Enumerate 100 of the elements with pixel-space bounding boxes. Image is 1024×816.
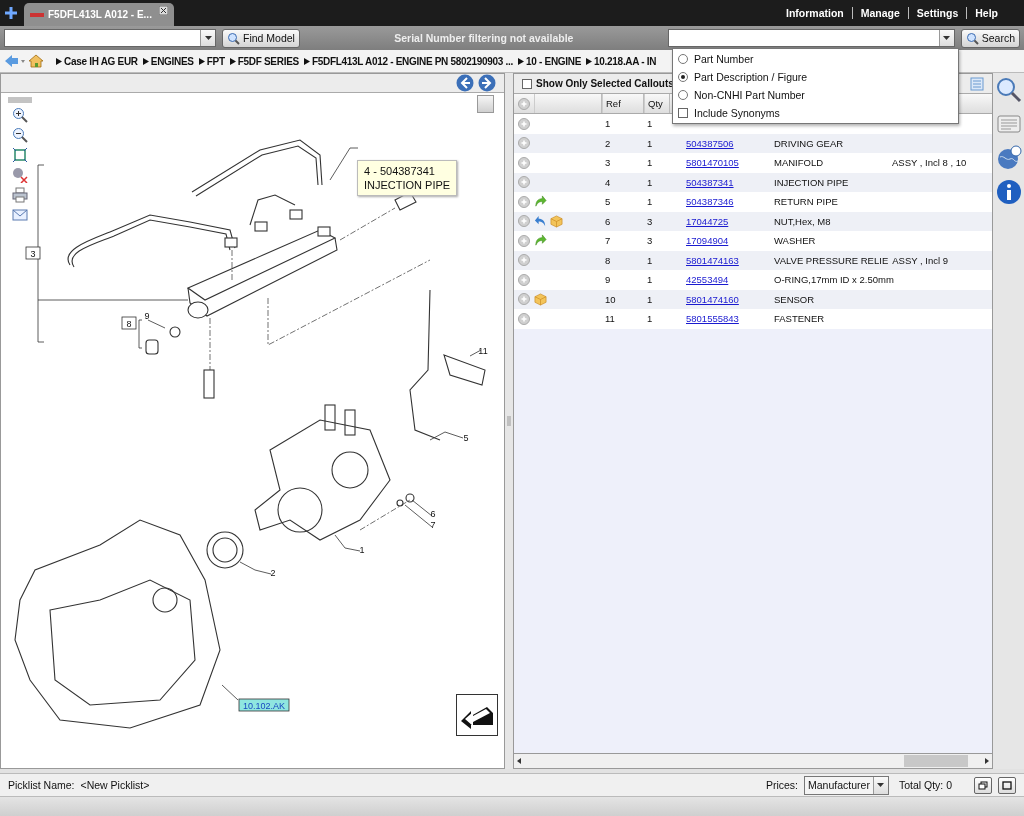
breadcrumb-link[interactable]: F5DFL413L A012 - ENGINE PN 5802190903 ... [311,55,514,67]
restore-window-button[interactable] [974,776,992,794]
breadcrumb-link[interactable]: FPT [206,55,225,67]
dropdown-arrow-icon[interactable] [204,36,212,40]
callout-label[interactable]: 11 [478,346,488,356]
add-icon[interactable] [518,254,530,267]
radio-button[interactable] [678,72,688,82]
breadcrumb-link[interactable]: 10.218.AA - IN [594,55,657,67]
breadcrumb-link[interactable]: ENGINES [150,55,194,67]
show-selected-checkbox[interactable] [522,78,532,89]
search-option[interactable]: Part Description / Figure [673,68,958,86]
dropdown-arrow-icon[interactable] [877,783,885,787]
figure-reference-link[interactable]: 10.102.AK [238,698,290,712]
parts-table-row[interactable]: 5 1 504387346 RETURN PIPE [514,192,992,212]
part-number-link[interactable]: 5801470105 [686,157,739,169]
fit-to-screen-icon[interactable] [12,147,28,163]
part-number-link[interactable]: 504387506 [686,137,734,149]
parts-table-row[interactable]: 10 1 5801474160 SENSOR [514,289,992,309]
add-icon[interactable] [518,137,530,150]
parts-table-row[interactable]: 8 1 5801474163 VALVE PRESSURE RELIE ASSY , Incl 9 [514,250,992,270]
breadcrumb-link[interactable]: Case IH AG EUR [64,55,138,67]
parts-table-row[interactable]: 7 3 17094904 WASHER [514,231,992,251]
part-number-link[interactable]: 504387341 [686,176,734,188]
callout-label[interactable]: 3 [25,246,41,260]
add-icon[interactable] [518,293,530,306]
radio-button[interactable] [678,90,688,100]
maximize-button[interactable] [998,776,1016,794]
breadcrumb-link[interactable]: 10 - ENGINE [526,55,582,67]
scrollbar-thumb[interactable] [904,755,968,767]
print-icon[interactable] [12,187,28,203]
column-header[interactable]: Ref [602,94,644,113]
horizontal-scrollbar[interactable] [514,753,992,768]
info-icon[interactable] [995,179,1022,205]
search-option[interactable]: Part Number [673,50,958,68]
model-field[interactable] [4,29,216,47]
part-number-link[interactable]: 5801555843 [686,313,739,325]
splitter-handle-icon[interactable] [507,416,511,426]
add-icon[interactable] [518,273,530,286]
close-icon[interactable] [159,6,168,15]
add-icon[interactable] [518,234,530,247]
menu-link[interactable]: Manage [852,7,908,19]
add-icon[interactable] [518,97,530,110]
callout-label[interactable]: 9 [144,311,150,321]
callout-label[interactable]: 8 [121,316,137,330]
dropdown-arrow-icon[interactable] [943,36,951,40]
add-icon[interactable] [518,176,530,189]
clear-selection-icon[interactable] [12,167,28,183]
parts-table-row[interactable]: 3 1 5801470105 MANIFOLD ASSY , Incl 8 , 10 [514,153,992,173]
add-icon[interactable] [518,117,530,130]
add-tab-icon[interactable] [4,6,18,20]
callout-label[interactable]: 1 [359,545,365,555]
ref-cell-text: 4 [604,176,612,188]
menu-link[interactable]: Information [777,7,852,19]
add-icon[interactable] [518,195,530,208]
parts-table-row[interactable]: 11 1 5801555843 FASTENER [514,309,992,329]
ref-cell-text: 9 [604,274,612,286]
menu-link[interactable]: Help [967,7,1006,19]
parts-table-row[interactable]: 6 3 17044725 NUT,Hex, M8 [514,211,992,231]
part-number-link[interactable]: 17094904 [686,235,729,247]
zoom-out-icon[interactable] [12,127,28,143]
find-model-button[interactable]: Find Model [222,28,300,48]
callout-label[interactable]: 5 [463,433,469,443]
column-header[interactable]: Qty [644,94,670,113]
parts-table-row[interactable]: 4 1 504387341 INJECTION PIPE [514,172,992,192]
zoom-in-icon[interactable] [12,107,28,123]
ref-cell-text: 5 [604,196,612,208]
radio-button[interactable] [678,54,688,64]
previous-icon[interactable] [456,74,474,92]
callout-label[interactable]: 7 [430,520,436,530]
search-field[interactable] [667,29,955,47]
overview-toggle-button[interactable] [477,95,494,113]
callout-label[interactable]: 2 [270,568,276,578]
leader-line [239,561,272,575]
back-arrow-icon[interactable] [4,54,26,68]
part-number-link[interactable]: 504387346 [686,196,734,208]
picklist-name: <New Picklist> [80,779,150,791]
pin-drawing [203,369,215,399]
toolbar-handle-icon[interactable] [8,97,32,103]
part-number-link[interactable]: 5801474163 [686,254,739,266]
part-number-link[interactable]: 5801474160 [686,293,739,305]
next-icon[interactable] [478,74,496,92]
menu-link[interactable]: Settings [908,7,967,19]
parts-table-row[interactable]: 9 1 42553494 O-RING,17mm ID x 2.50mm [514,270,992,290]
add-icon[interactable] [518,215,530,228]
prices-dropdown[interactable]: Manufacturer [804,775,889,795]
callout-label[interactable]: 6 [430,509,436,519]
globe-info-icon[interactable] [995,145,1022,171]
next-figure-icon[interactable] [456,694,498,736]
search-button[interactable]: Search [960,28,1020,48]
add-icon[interactable] [518,312,530,325]
email-icon[interactable] [12,207,28,223]
part-number-link[interactable]: 17044725 [686,215,729,227]
search-option[interactable]: Non-CNHI Part Number [673,86,958,104]
part-number-link[interactable]: 42553494 [686,274,729,286]
breadcrumb-link[interactable]: F5DF SERIES [237,55,299,67]
checkbox[interactable] [678,108,688,118]
parts-table-row[interactable]: 2 1 504387506 DRIVING GEAR [514,133,992,153]
search-icon[interactable] [995,77,1022,103]
home-icon[interactable] [28,54,44,68]
add-icon[interactable] [518,156,530,169]
